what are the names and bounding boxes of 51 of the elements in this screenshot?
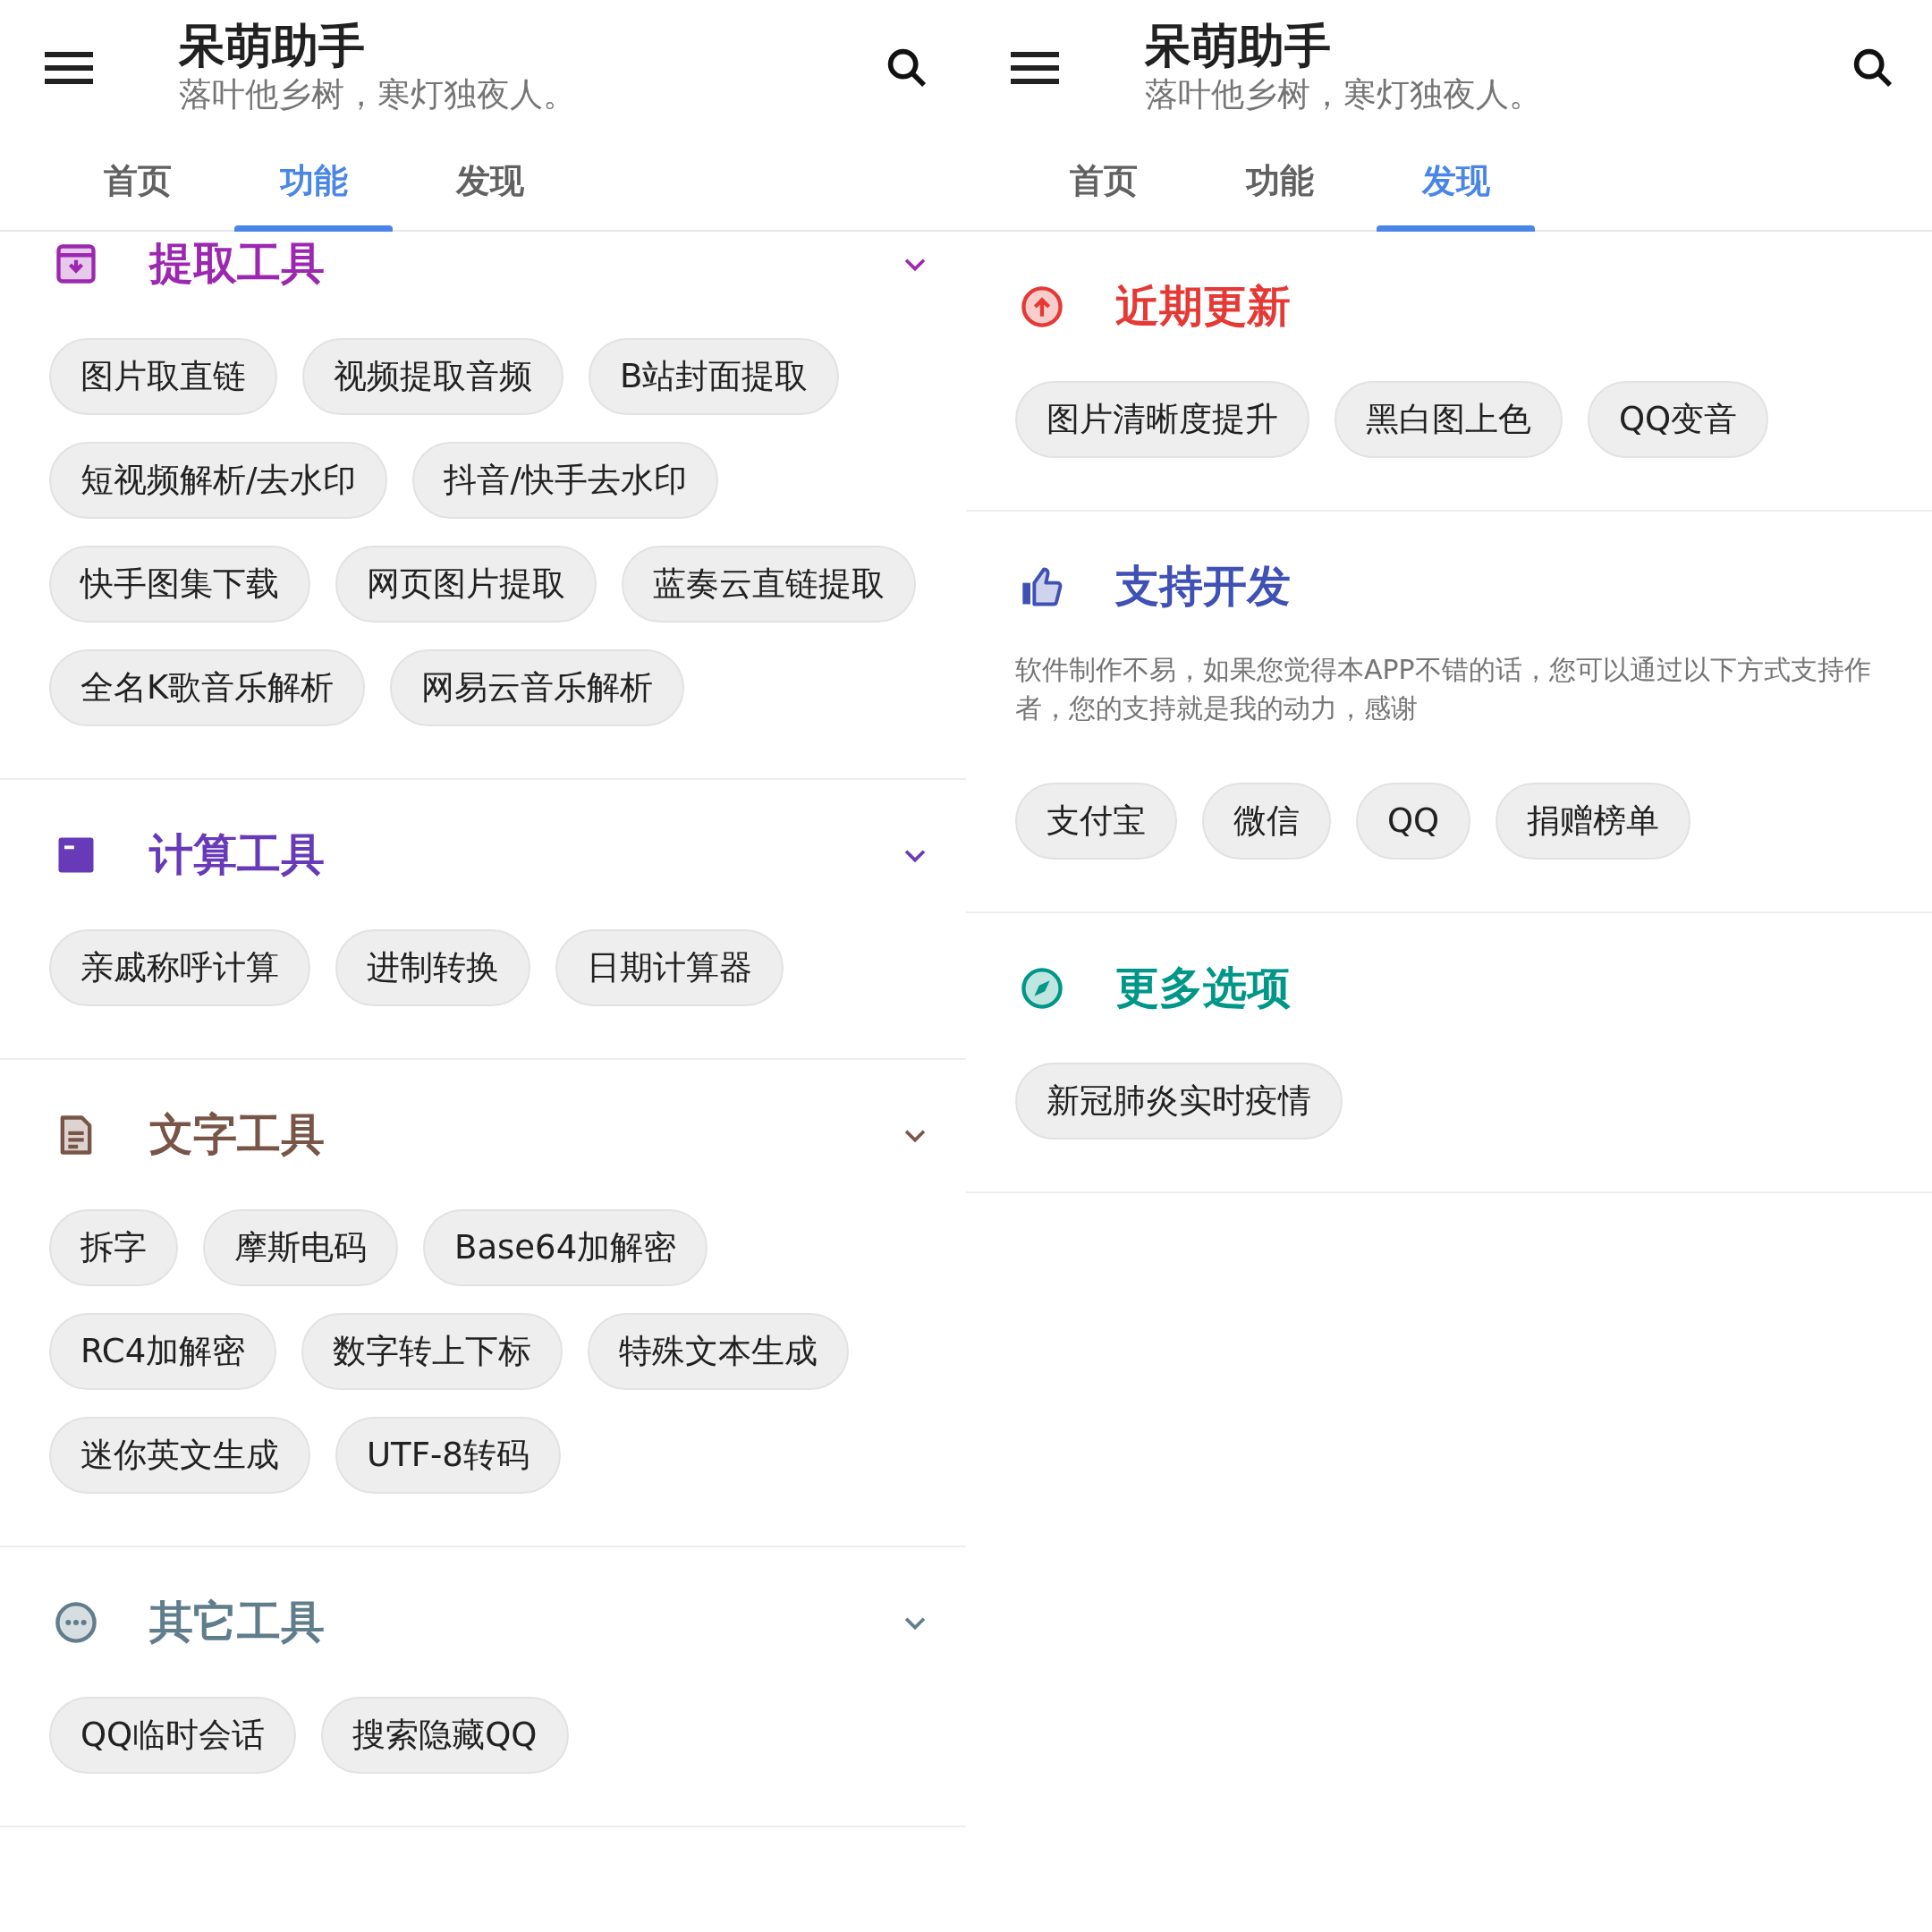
app-subtitle: 落叶他乡树，寒灯独夜人。 (1145, 73, 1543, 115)
chip[interactable]: 网易云音乐解析 (390, 648, 685, 726)
chip[interactable]: 进制转换 (335, 928, 530, 1006)
chip[interactable]: 数字转上下标 (301, 1312, 564, 1390)
chip[interactable]: 新冠肺炎实时疫情 (1015, 1062, 1343, 1140)
chip[interactable]: Base64加解密 (423, 1208, 708, 1286)
tab[interactable]: 功能 (1191, 148, 1368, 230)
chip[interactable]: QQ (1356, 782, 1471, 860)
chip[interactable]: QQ变音 (1588, 380, 1769, 458)
chip[interactable]: 搜索隐藏QQ (321, 1696, 569, 1774)
tab[interactable]: 首页 (49, 148, 225, 230)
section-title: 文字工具 (149, 1108, 326, 1163)
section-title: 其它工具 (149, 1596, 326, 1650)
chip[interactable]: 全名K歌音乐解析 (49, 648, 366, 726)
chip[interactable]: 图片取直链 (49, 337, 277, 415)
menu-icon[interactable] (45, 49, 93, 86)
chip[interactable]: RC4加解密 (49, 1312, 277, 1390)
section-title: 支持开发 (1115, 560, 1292, 614)
chip[interactable]: 支付宝 (1015, 782, 1177, 860)
tab[interactable]: 首页 (1015, 148, 1191, 230)
description-text: 软件制作不易，如果您觉得本APP不错的话，您可以通过以下方式支持作者，您的支持就是我的动力，感谢 (1015, 652, 1872, 725)
chip[interactable]: 摩斯电码 (203, 1208, 398, 1286)
chip[interactable]: 亲戚称呼计算 (49, 928, 310, 1006)
chip[interactable]: 微信 (1202, 782, 1331, 860)
chip[interactable]: 短视频解析/去水印 (49, 441, 388, 519)
tab[interactable]: 发现 (1368, 148, 1544, 230)
chip[interactable]: UTF-8转码 (335, 1416, 561, 1494)
chip[interactable]: 蓝奏云直链提取 (622, 545, 916, 623)
chip[interactable]: 视频提取音频 (302, 337, 564, 415)
tab[interactable]: 功能 (225, 148, 402, 230)
chip[interactable]: 拆字 (49, 1208, 178, 1286)
chip[interactable]: 日期计算器 (555, 928, 784, 1006)
chip[interactable]: 迷你英文生成 (49, 1416, 310, 1494)
chip[interactable]: QQ临时会话 (49, 1696, 297, 1774)
app-title: 呆萌助手 (1145, 20, 1332, 73)
chip[interactable]: 黑白图上色 (1335, 380, 1563, 458)
section-title: 更多选项 (1115, 962, 1292, 1016)
app-subtitle: 落叶他乡树，寒灯独夜人。 (179, 73, 577, 115)
section-title: 提取工具 (149, 237, 326, 292)
tab[interactable]: 发现 (402, 148, 578, 230)
chip[interactable]: B站封面提取 (589, 337, 840, 415)
chip[interactable]: 图片清晰度提升 (1015, 380, 1309, 458)
chip[interactable]: 捐赠榜单 (1496, 782, 1691, 860)
chip[interactable]: 抖音/快手去水印 (412, 441, 718, 519)
menu-icon[interactable] (1011, 49, 1059, 86)
chip[interactable]: 特殊文本生成 (588, 1312, 850, 1390)
section-title: 计算工具 (149, 828, 326, 883)
chip[interactable]: 快手图集下载 (49, 545, 310, 623)
app-title: 呆萌助手 (179, 20, 366, 73)
chip[interactable]: 网页图片提取 (335, 545, 597, 623)
section-title: 近期更新 (1115, 280, 1292, 335)
